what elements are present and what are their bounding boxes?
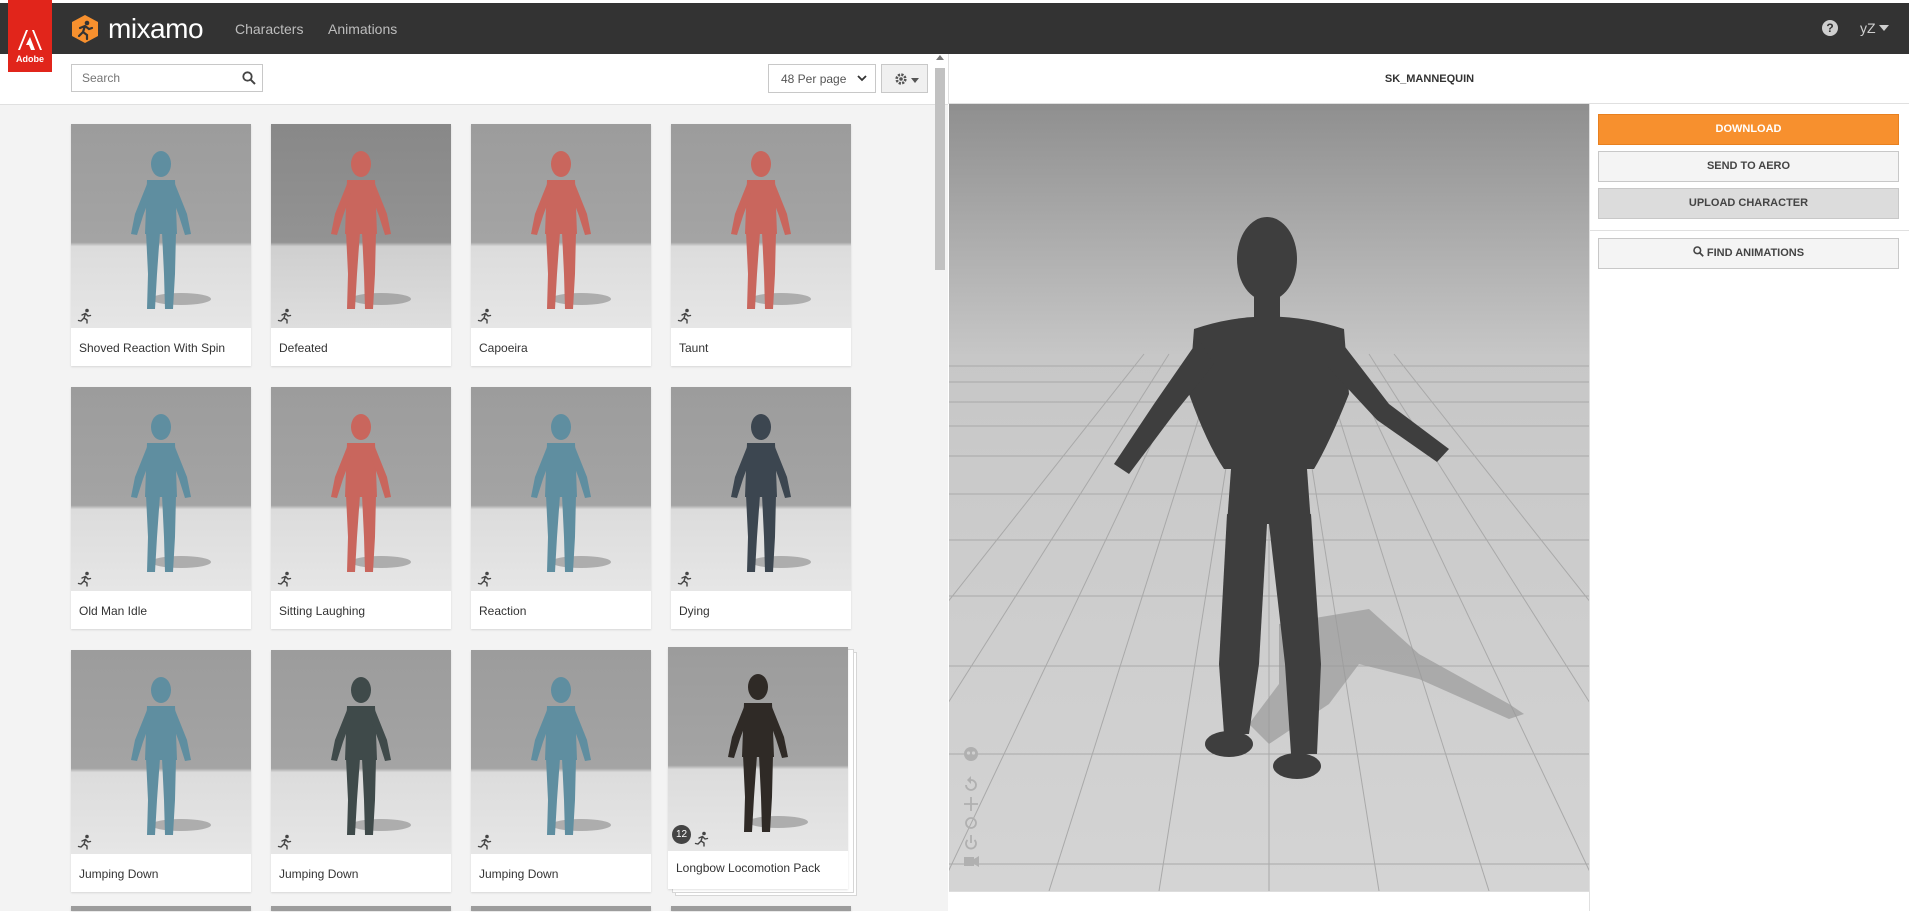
animation-card[interactable] <box>471 906 651 911</box>
pack-count-badge: 12 <box>672 825 691 844</box>
in-place-runner-icon <box>477 308 493 329</box>
gear-icon <box>895 73 907 85</box>
mixamo-logo[interactable]: mixamo <box>70 13 204 45</box>
in-place-runner-icon <box>677 308 693 329</box>
find-animations-label: FIND ANIMATIONS <box>1706 247 1805 259</box>
search-icon[interactable] <box>242 71 256 85</box>
mixamo-logo-icon <box>72 15 98 43</box>
animation-card[interactable]: Defeated <box>271 124 451 366</box>
send-to-aero-button[interactable]: SEND TO AERO <box>1598 151 1899 182</box>
animation-label: Shoved Reaction With Spin <box>79 341 226 355</box>
animation-label: Capoeira <box>479 341 528 355</box>
caret-down-icon <box>911 78 919 83</box>
animation-thumbnail <box>471 650 651 854</box>
in-place-runner-icon <box>277 834 293 855</box>
animation-card[interactable] <box>71 906 251 911</box>
animation-card[interactable]: Old Man Idle <box>71 387 251 629</box>
help-icon[interactable]: ? <box>1822 20 1838 36</box>
per-page-value: 48 Per page <box>781 72 847 86</box>
animation-label: Defeated <box>279 341 328 355</box>
reset-view-icon[interactable] <box>965 776 977 791</box>
animation-label: Jumping Down <box>479 867 559 881</box>
animation-thumbnail <box>271 650 451 854</box>
animation-card[interactable]: Sitting Laughing <box>271 387 451 629</box>
nav-characters[interactable]: Characters <box>235 21 303 37</box>
character-preview <box>949 104 1589 891</box>
animation-label: Longbow Locomotion Pack <box>676 861 821 875</box>
animation-card[interactable]: Jumping Down <box>71 650 251 892</box>
scroll-up-arrow[interactable] <box>936 55 944 60</box>
adobe-icon <box>18 30 42 50</box>
animation-thumbnail <box>271 387 451 591</box>
in-place-runner-icon <box>77 308 93 329</box>
animation-label: Dying <box>679 604 710 618</box>
find-animations-button[interactable]: FIND ANIMATIONS <box>1598 238 1899 269</box>
in-place-runner-icon <box>77 571 93 592</box>
in-place-runner-icon <box>277 571 293 592</box>
search-input[interactable] <box>80 70 234 86</box>
actions-panel: DOWNLOAD SEND TO AERO UPLOAD CHARACTER F… <box>1589 104 1909 911</box>
in-place-runner-icon <box>277 308 293 329</box>
caret-down-icon <box>1878 25 1889 31</box>
in-place-runner-icon <box>477 571 493 592</box>
adobe-label: Adobe <box>16 54 44 64</box>
animation-thumbnail <box>271 124 451 328</box>
animation-thumbnail <box>671 124 851 328</box>
camera-icon[interactable] <box>964 856 979 867</box>
animation-label: Taunt <box>679 341 709 355</box>
3d-viewport[interactable] <box>949 104 1589 891</box>
animation-card[interactable]: Dying <box>671 387 851 629</box>
upload-character-button[interactable]: UPLOAD CHARACTER <box>1598 188 1899 219</box>
power-icon[interactable] <box>965 835 977 850</box>
per-page-select[interactable]: 48 Per page <box>768 64 876 93</box>
animation-thumbnail <box>71 650 251 854</box>
viewport-timeline-bar <box>949 891 1589 912</box>
search-icon <box>1693 246 1704 257</box>
in-place-runner-icon <box>677 571 693 592</box>
animation-label: Sitting Laughing <box>279 604 366 618</box>
viewport-toolbar <box>962 745 980 880</box>
chevron-down-icon <box>857 75 867 82</box>
zoom-icon[interactable] <box>965 817 977 829</box>
viewer-header: SK_MANNEQUIN <box>948 54 1909 104</box>
animation-thumbnail <box>71 387 251 591</box>
animation-card[interactable]: Taunt <box>671 124 851 366</box>
animation-thumbnail <box>668 647 848 851</box>
pan-icon[interactable] <box>964 797 978 811</box>
top-bar: mixamo Characters Animations ? yZ <box>0 0 1909 54</box>
animation-label: Jumping Down <box>279 867 359 881</box>
scrollbar-thumb[interactable] <box>935 68 945 270</box>
animation-label: Reaction <box>479 604 527 618</box>
animation-card[interactable] <box>271 906 451 911</box>
user-menu[interactable]: yZ <box>1860 20 1889 36</box>
in-place-runner-icon <box>694 831 710 852</box>
skeleton-icon[interactable] <box>964 747 978 761</box>
animation-card[interactable]: Shoved Reaction With Spin <box>71 124 251 366</box>
settings-dropdown[interactable] <box>881 64 928 93</box>
animation-card[interactable]: Jumping Down <box>471 650 651 892</box>
animation-card[interactable] <box>671 906 851 911</box>
animation-pack-card[interactable]: 12 Longbow Locomotion Pack <box>668 647 848 889</box>
adobe-logo[interactable]: Adobe <box>8 0 52 72</box>
download-button[interactable]: DOWNLOAD <box>1598 114 1899 145</box>
brand-name: mixamo <box>108 13 204 44</box>
in-place-runner-icon <box>477 834 493 855</box>
animation-label: Old Man Idle <box>79 604 148 618</box>
animation-label: Jumping Down <box>79 867 159 881</box>
animation-card[interactable]: Jumping Down <box>271 650 451 892</box>
animation-thumbnail <box>671 387 851 591</box>
animation-card[interactable]: Reaction <box>471 387 651 629</box>
animation-thumbnail <box>471 124 651 328</box>
animation-thumbnail <box>71 124 251 328</box>
character-name: SK_MANNEQUIN <box>1384 73 1475 85</box>
in-place-runner-icon <box>77 834 93 855</box>
nav-animations[interactable]: Animations <box>328 21 397 37</box>
user-initials: yZ <box>1860 20 1876 36</box>
panel-divider <box>1590 230 1909 231</box>
browser-toolbar: 48 Per page <box>0 54 948 105</box>
search-box <box>71 64 263 92</box>
animation-card[interactable]: Capoeira <box>471 124 651 366</box>
animation-thumbnail <box>471 387 651 591</box>
